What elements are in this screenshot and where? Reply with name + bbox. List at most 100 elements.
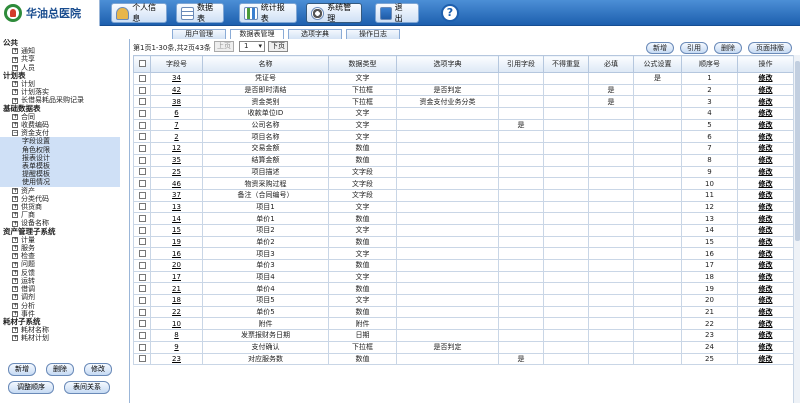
row-checkbox[interactable] xyxy=(138,144,146,152)
field-number-link[interactable]: 18 xyxy=(150,294,203,307)
field-number-link[interactable]: 19 xyxy=(150,235,203,249)
edit-link[interactable]: 修改 xyxy=(737,95,793,109)
expand-icon[interactable]: + xyxy=(12,220,18,227)
sidebar-reorder-button[interactable]: 调整顺序 xyxy=(8,381,54,394)
table-row[interactable]: 38 资金类别 下拉框 资金支付业务分类 是 3 修改 xyxy=(133,95,793,109)
column-header[interactable]: 必填 xyxy=(588,55,634,73)
expand-icon[interactable]: + xyxy=(12,286,18,293)
tree-item[interactable]: + 计划 xyxy=(0,80,129,88)
table-row[interactable]: 2 项目名称 文字 6 修改 xyxy=(133,130,793,144)
edit-link[interactable]: 修改 xyxy=(737,317,793,331)
edit-link[interactable]: 修改 xyxy=(737,72,793,85)
delete-button[interactable]: 删除 xyxy=(714,42,742,54)
tree-item[interactable]: + 厂商 xyxy=(0,211,129,219)
tree-subitem[interactable]: 使用情况 xyxy=(0,178,120,187)
column-header[interactable]: 数据类型 xyxy=(328,55,397,73)
expand-icon[interactable]: + xyxy=(12,269,18,276)
column-header[interactable]: 名称 xyxy=(202,55,329,73)
table-row[interactable]: 8 发票报财务日期 日期 23 修改 xyxy=(133,329,793,342)
expand-icon[interactable]: + xyxy=(12,277,18,284)
tree-section-title[interactable]: 公共 xyxy=(0,39,129,47)
page-layout-button[interactable]: 页面排版 xyxy=(748,42,792,54)
tab-user-management[interactable]: 用户管理 xyxy=(172,29,226,39)
tree-subitem-field-settings[interactable]: 字段设置 xyxy=(0,137,120,146)
prev-page-button[interactable]: 上页 xyxy=(214,41,234,52)
row-checkbox[interactable] xyxy=(138,226,146,234)
edit-link[interactable]: 修改 xyxy=(737,188,793,202)
tree-item[interactable]: + 资产 xyxy=(0,187,129,195)
table-row[interactable]: 17 项目4 文字 18 修改 xyxy=(133,270,793,284)
edit-link[interactable]: 修改 xyxy=(737,118,793,132)
edit-link[interactable]: 修改 xyxy=(737,329,793,342)
expand-icon[interactable]: + xyxy=(12,97,18,104)
expand-icon[interactable]: + xyxy=(12,253,18,260)
field-number-link[interactable]: 22 xyxy=(150,305,203,319)
field-number-link[interactable]: 15 xyxy=(150,223,203,237)
table-row[interactable]: 15 项目2 文字 14 修改 xyxy=(133,223,793,237)
row-checkbox[interactable] xyxy=(138,74,146,82)
row-checkbox[interactable] xyxy=(138,238,146,246)
row-checkbox[interactable] xyxy=(138,261,146,269)
row-checkbox[interactable] xyxy=(138,98,146,106)
tree-item[interactable]: + 耗材计划 xyxy=(0,334,129,342)
edit-link[interactable]: 修改 xyxy=(737,352,793,366)
table-row[interactable]: 12 交易金额 数值 7 修改 xyxy=(133,142,793,155)
edit-link[interactable]: 修改 xyxy=(737,235,793,249)
tree-section-title[interactable]: 耗材子系统 xyxy=(0,317,129,326)
field-number-link[interactable]: 9 xyxy=(150,340,203,354)
row-checkbox[interactable] xyxy=(138,285,146,293)
field-number-link[interactable]: 13 xyxy=(150,200,203,214)
nav-data-tables[interactable]: 数据表 xyxy=(176,3,224,23)
table-row[interactable]: 21 单价4 数值 19 修改 xyxy=(133,282,793,296)
expand-icon[interactable]: + xyxy=(12,64,18,71)
tab-table-management[interactable]: 数据表管理 xyxy=(230,29,284,39)
expand-icon[interactable]: + xyxy=(12,335,18,342)
edit-link[interactable]: 修改 xyxy=(737,177,793,190)
tree-item[interactable]: + 通知 xyxy=(0,47,129,55)
field-number-link[interactable]: 6 xyxy=(150,107,203,120)
select-all-checkbox[interactable] xyxy=(138,60,146,68)
row-checkbox[interactable] xyxy=(138,273,146,281)
edit-link[interactable]: 修改 xyxy=(737,83,793,97)
field-number-link[interactable]: 16 xyxy=(150,247,203,260)
edit-link[interactable]: 修改 xyxy=(737,247,793,260)
edit-link[interactable]: 修改 xyxy=(737,212,793,225)
expand-icon[interactable]: + xyxy=(12,187,18,194)
field-number-link[interactable]: 34 xyxy=(150,72,203,85)
field-number-link[interactable]: 25 xyxy=(150,165,203,179)
expand-icon[interactable]: + xyxy=(12,81,18,88)
row-checkbox[interactable] xyxy=(138,320,146,328)
table-row[interactable]: 25 项目描述 文字段 9 修改 xyxy=(133,165,793,179)
help-icon[interactable]: ? xyxy=(441,4,459,22)
expand-icon[interactable]: + xyxy=(12,327,18,334)
tree-item[interactable]: + 收费编码 xyxy=(0,121,129,129)
row-checkbox[interactable] xyxy=(138,133,146,141)
tree-subitem[interactable]: 表单模板 xyxy=(0,162,120,171)
edit-link[interactable]: 修改 xyxy=(737,340,793,354)
column-header[interactable]: 操作 xyxy=(737,55,793,73)
row-checkbox[interactable] xyxy=(138,168,146,176)
row-checkbox[interactable] xyxy=(138,331,146,339)
row-checkbox[interactable] xyxy=(138,191,146,199)
edit-link[interactable]: 修改 xyxy=(737,259,793,272)
table-row[interactable]: 9 支付确认 下拉框 是否判定 24 修改 xyxy=(133,340,793,354)
field-number-link[interactable]: 35 xyxy=(150,153,203,167)
row-checkbox[interactable] xyxy=(138,215,146,223)
page-select[interactable]: 1 xyxy=(239,41,265,52)
tree-item[interactable]: + 运转 xyxy=(0,277,129,285)
edit-link[interactable]: 修改 xyxy=(737,200,793,214)
nav-system-management[interactable]: 系统管理 xyxy=(306,3,362,23)
table-row[interactable]: 18 项目5 文字 20 修改 xyxy=(133,294,793,307)
expand-icon[interactable]: + xyxy=(12,204,18,211)
edit-link[interactable]: 修改 xyxy=(737,153,793,167)
row-checkbox[interactable] xyxy=(138,343,146,351)
tree-item[interactable]: + 合同 xyxy=(0,113,129,121)
nav-logout[interactable]: 退 出 xyxy=(375,3,419,23)
tree-subitem[interactable]: 提醒模板 xyxy=(0,170,120,179)
new-button[interactable]: 新增 xyxy=(646,42,674,54)
table-row[interactable]: 7 公司名称 文字 是 5 修改 xyxy=(133,118,793,132)
table-row[interactable]: 19 单价2 数值 15 修改 xyxy=(133,235,793,249)
edit-link[interactable]: 修改 xyxy=(737,305,793,319)
expand-icon[interactable]: + xyxy=(12,48,18,55)
field-number-link[interactable]: 17 xyxy=(150,270,203,284)
